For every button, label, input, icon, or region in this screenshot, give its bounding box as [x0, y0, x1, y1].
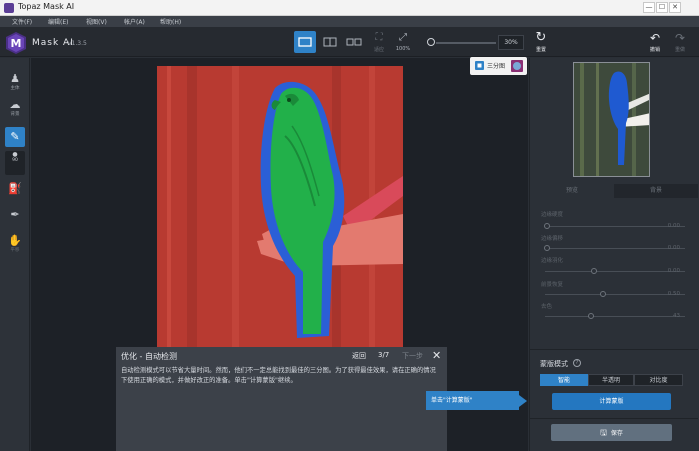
trimap-toggle[interactable]: 三分图 — [470, 57, 527, 75]
person-icon: ♟ — [10, 72, 20, 85]
panel-divider-2 — [530, 418, 698, 419]
navigator-preview — [574, 63, 649, 176]
window-title: Topaz Mask AI — [18, 2, 75, 11]
save-button[interactable]: 🖫 保存 — [551, 424, 672, 441]
zoom-slider-track[interactable] — [436, 42, 496, 44]
paint-bucket-icon: ⛽ — [8, 182, 22, 195]
close-window-button[interactable]: ✕ — [669, 2, 681, 13]
help-icon[interactable]: ? — [573, 359, 581, 367]
panel-tabs: 预览 背景 — [530, 184, 698, 198]
maximize-button[interactable]: ☐ — [656, 2, 668, 13]
adjust-label-1: 边缘硬度 — [541, 212, 564, 218]
fit-label: 适应 — [373, 47, 384, 53]
trimap-image[interactable] — [157, 66, 403, 348]
brush-size[interactable]: ● 90 — [5, 151, 25, 175]
adjust-knob-1[interactable] — [544, 223, 550, 229]
menu-edit[interactable]: 编辑(E) — [48, 17, 68, 26]
mode-contrast[interactable]: 对比度 — [634, 374, 683, 386]
background-label: 背景 — [10, 112, 20, 117]
reset-label: 重置 — [535, 47, 546, 53]
brush-dot-icon: ● — [12, 151, 18, 158]
undo-label: 撤销 — [649, 47, 660, 53]
tutorial-callout: 单击"计算蒙版" — [426, 391, 519, 410]
split-view-icon — [323, 37, 337, 47]
tab-preview[interactable]: 预览 — [530, 184, 614, 198]
background-tool[interactable]: ☁ 背景 — [5, 98, 25, 117]
subject-label: 主体 — [10, 86, 20, 91]
reset-icon[interactable]: ↻ — [533, 30, 549, 45]
mask-mode-title: 蒙版模式 — [540, 360, 568, 368]
floppy-disk-icon: 🖫 — [600, 428, 607, 437]
mode-translucent[interactable]: 半透明 — [588, 374, 634, 386]
zoom-100-label: 100% — [395, 46, 411, 52]
tab-background[interactable]: 背景 — [614, 184, 698, 198]
menu-account[interactable]: 帐户(A) — [124, 17, 145, 26]
side-by-side-view-icon — [346, 38, 362, 46]
mask-ai-logo-icon: M — [6, 32, 26, 54]
zoom-value[interactable]: 30% — [498, 35, 524, 50]
svg-text:M: M — [11, 37, 22, 50]
brush-size-value: 90 — [12, 158, 18, 163]
subject-tool[interactable]: ♟ 主体 — [5, 72, 25, 91]
tutorial-popup — [116, 347, 447, 451]
hand-label: 平移 — [10, 248, 20, 253]
tutorial-next-button[interactable]: 下一步 — [402, 351, 423, 361]
save-button-label: 保存 — [610, 430, 623, 437]
adjust-value-5: 43 — [673, 313, 680, 319]
title-bar: Topaz Mask AI — ☐ ✕ — [0, 0, 699, 16]
adjust-value-3: 0.00 — [667, 268, 680, 274]
trimap-toggle-label: 三分图 — [487, 63, 506, 70]
brush-icon: ✎ — [10, 130, 20, 143]
mode-smart[interactable]: 智能 — [540, 374, 588, 386]
fit-icon[interactable]: ⛶ — [372, 32, 386, 43]
tutorial-back-button[interactable]: 返回 — [352, 351, 366, 361]
app-window: Topaz Mask AI — ☐ ✕ 文件(F) 编辑(E) 视图(V) 帐户… — [0, 0, 699, 451]
adjust-value-2: 0.00 — [667, 245, 680, 251]
panel-divider — [530, 349, 698, 350]
single-view-button[interactable] — [294, 31, 316, 53]
menu-file[interactable]: 文件(F) — [12, 17, 32, 26]
parrot-trimap-image — [157, 66, 403, 348]
adjust-knob-5[interactable] — [588, 313, 594, 319]
eyedropper-icon: ✒ — [10, 208, 20, 221]
hand-icon: ✋ — [8, 234, 22, 247]
adjust-knob-4[interactable] — [600, 291, 606, 297]
compute-mask-button[interactable]: 计算蒙版 — [552, 393, 671, 410]
redo-label: 重做 — [674, 47, 685, 53]
split-view-button[interactable] — [319, 31, 341, 53]
adjust-value-4: 0.50 — [667, 291, 680, 297]
brush-tool[interactable]: ✎ — [5, 127, 25, 147]
adjust-label-5: 去色 — [541, 304, 553, 310]
single-view-icon — [298, 37, 312, 47]
adjust-value-1: 0.00 — [667, 223, 680, 229]
app-icon — [4, 3, 14, 13]
close-icon[interactable]: ✕ — [432, 349, 441, 362]
adjust-knob-3[interactable] — [591, 268, 597, 274]
tutorial-step: 3/7 — [378, 351, 390, 359]
adjust-knob-2[interactable] — [544, 245, 550, 251]
zoom-slider-knob[interactable] — [427, 38, 435, 46]
redo-icon[interactable]: ↷ — [673, 31, 687, 45]
tutorial-title: 优化 - 自动检测 — [121, 352, 177, 361]
callout-arrow-icon — [519, 395, 527, 407]
menu-view[interactable]: 视图(V) — [86, 17, 107, 26]
minimize-button[interactable]: — — [643, 2, 655, 13]
cloud-icon: ☁ — [9, 98, 21, 111]
side-by-side-view-button[interactable] — [343, 31, 365, 53]
adjust-label-3: 边缘羽化 — [541, 258, 564, 264]
menu-bar: 文件(F) 编辑(E) 视图(V) 帐户(A) 帮助(H) — [0, 16, 699, 27]
navigator-thumbnail[interactable] — [573, 62, 650, 177]
zoom-100-icon[interactable]: ⤢ — [396, 32, 410, 43]
app-version: v1.3.5 — [68, 40, 87, 47]
adjust-label-2: 边缘偏移 — [541, 236, 564, 242]
tutorial-body: 自动检测模式可以节省大量时间。然而，他们不一定总能找到最佳的三分图。为了获得最佳… — [121, 367, 436, 384]
undo-icon[interactable]: ↶ — [648, 31, 662, 45]
hand-tool[interactable]: ✋ 平移 — [5, 234, 25, 253]
menu-help[interactable]: 帮助(H) — [160, 17, 181, 26]
eyedropper-tool[interactable]: ✒ — [5, 208, 25, 221]
adjust-label-4: 前景恢复 — [541, 282, 564, 288]
fill-tool[interactable]: ⛽ — [5, 182, 25, 195]
